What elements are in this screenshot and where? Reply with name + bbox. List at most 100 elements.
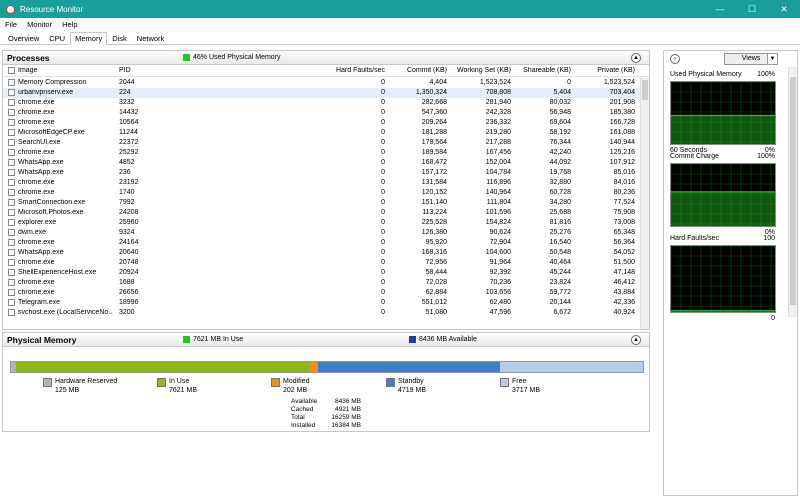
cell-hard-faults: 0 xyxy=(381,239,385,246)
graphs-scroll-thumb[interactable] xyxy=(790,77,796,305)
column-hard-faults[interactable]: Hard Faults/sec xyxy=(303,67,385,74)
cell-image: svchost.exe (LocalServiceNo... xyxy=(18,309,113,316)
tab-cpu[interactable]: CPU xyxy=(44,32,70,45)
process-checkbox[interactable] xyxy=(8,249,15,256)
process-row[interactable]: WhatsApp.exe 20640 0 168,316 104,600 50,548 54… xyxy=(3,248,641,258)
process-checkbox[interactable] xyxy=(8,259,15,266)
tab-overview[interactable]: Overview xyxy=(3,32,44,45)
process-row[interactable]: Telegram.exe 18996 0 551,012 62,480 20,144 42,… xyxy=(3,298,641,308)
graphs-scrollbar[interactable] xyxy=(788,67,797,317)
process-checkbox[interactable] xyxy=(8,279,15,286)
process-checkbox[interactable] xyxy=(8,209,15,216)
memory-stats: Available 8436 MB Cached 4921 MB Total 16259 … xyxy=(291,398,391,432)
menu-help[interactable]: Help xyxy=(62,20,77,29)
process-row[interactable]: MicrosoftEdgeCP.exe 11244 0 181,288 219,280 5… xyxy=(3,128,641,138)
cell-shareable: 44,092 xyxy=(549,159,571,166)
process-row[interactable]: chrome.exe 14432 0 547,360 242,328 56,948 185,… xyxy=(3,108,641,118)
column-pid[interactable]: PID xyxy=(119,67,149,74)
collapse-processes-icon[interactable]: ▲ xyxy=(631,53,641,63)
process-row[interactable]: chrome.exe 3232 0 282,668 281,940 80,032 201,9… xyxy=(3,98,641,108)
graph-fill xyxy=(671,191,775,226)
process-row[interactable]: explorer.exe 25960 0 225,528 154,824 81,816 73… xyxy=(3,218,641,228)
process-checkbox[interactable] xyxy=(8,139,15,146)
legend-swatch xyxy=(43,378,52,387)
process-checkbox[interactable] xyxy=(8,99,15,106)
legend-value: 125 MB xyxy=(55,387,80,394)
select-all-checkbox[interactable] xyxy=(8,67,15,74)
process-checkbox[interactable] xyxy=(8,229,15,236)
cell-pid: 224 xyxy=(119,89,131,96)
process-checkbox[interactable] xyxy=(8,189,15,196)
minimize-button[interactable]: — xyxy=(704,0,736,18)
graph-title: Hard Faults/sec xyxy=(670,235,720,242)
views-dropdown-icon[interactable]: ▼ xyxy=(767,53,778,65)
process-checkbox[interactable] xyxy=(8,169,15,176)
maximize-button[interactable]: ☐ xyxy=(736,0,768,18)
processes-scroll-thumb[interactable] xyxy=(642,80,648,100)
process-checkbox[interactable] xyxy=(8,159,15,166)
process-row[interactable]: chrome.exe 1740 0 120,152 140,964 60,728 80,23… xyxy=(3,188,641,198)
process-row[interactable]: chrome.exe 23192 0 131,584 116,896 32,880 84,0… xyxy=(3,178,641,188)
process-checkbox[interactable] xyxy=(8,179,15,186)
legend-swatch xyxy=(500,378,509,387)
process-row[interactable]: chrome.exe 26656 0 62,884 103,656 59,772 43,88… xyxy=(3,288,641,298)
process-row[interactable]: svchost.exe (LocalServiceNo... 3200 0 51,08… xyxy=(3,308,641,318)
cell-image: MicrosoftEdgeCP.exe xyxy=(18,129,85,136)
physical-memory-header[interactable]: Physical Memory 7621 MB In Use 8436 MB A… xyxy=(3,333,649,347)
cell-shareable: 6,672 xyxy=(553,309,571,316)
expand-side-icon[interactable]: › xyxy=(670,54,680,64)
process-checkbox[interactable] xyxy=(8,269,15,276)
process-row[interactable]: chrome.exe 25292 0 189,584 167,456 42,240 125,… xyxy=(3,148,641,158)
cell-working-set: 47,596 xyxy=(489,309,511,316)
cell-private: 43,884 xyxy=(613,289,635,296)
process-row[interactable]: SmartConnection.exe 7992 0 151,140 111,804 34… xyxy=(3,198,641,208)
column-image[interactable]: Image xyxy=(18,67,113,74)
column-shareable[interactable]: Shareable (KB) xyxy=(515,67,571,74)
process-row[interactable]: Memory Compression 2044 0 4,404 1,523,524 0 1,… xyxy=(3,78,641,88)
process-row[interactable]: WhatsApp.exe 4852 0 168,472 152,004 44,092 107… xyxy=(3,158,641,168)
legend-value: 4719 MB xyxy=(398,387,427,394)
tab-memory[interactable]: Memory xyxy=(70,32,108,45)
process-checkbox[interactable] xyxy=(8,239,15,246)
tab-disk[interactable]: Disk xyxy=(107,32,132,45)
cell-working-set: 1,523,524 xyxy=(479,79,511,86)
cell-shareable: 50,548 xyxy=(549,249,571,256)
process-checkbox[interactable] xyxy=(8,219,15,226)
process-row[interactable]: chrome.exe 24164 0 95,920 72,904 16,540 56,364 xyxy=(3,238,641,248)
stat-value: 16259 MB xyxy=(331,414,361,421)
process-row[interactable]: dwm.exe 9324 0 126,380 90,624 25,276 65,348 xyxy=(3,228,641,238)
collapse-physical-memory-icon[interactable]: ▲ xyxy=(631,335,641,345)
process-row[interactable]: WhatsApp.exe 236 0 157,172 104,784 19,768 85,0… xyxy=(3,168,641,178)
process-checkbox[interactable] xyxy=(8,309,15,316)
stat-label: Cached xyxy=(291,406,314,413)
process-row[interactable]: ShellExperienceHost.exe 20924 0 58,444 92,39… xyxy=(3,268,641,278)
close-button[interactable]: ✕ xyxy=(768,0,800,18)
cell-commit: 151,140 xyxy=(421,199,447,206)
column-commit[interactable]: Commit (KB) xyxy=(393,67,447,74)
column-private[interactable]: Private (KB) xyxy=(575,67,635,74)
process-row[interactable]: urbanvpnserv.exe 224 0 1,350,324 708,808 5,40… xyxy=(3,88,641,98)
menu-monitor[interactable]: Monitor xyxy=(27,20,52,29)
cell-shareable: 20,144 xyxy=(549,299,571,306)
column-working-set[interactable]: Working Set (KB) xyxy=(449,67,511,74)
tab-network[interactable]: Network xyxy=(132,32,170,45)
process-row[interactable]: chrome.exe 10564 0 209,264 236,332 69,604 166,… xyxy=(3,118,641,128)
process-row[interactable]: chrome.exe 20748 0 72,956 91,964 40,464 51,500 xyxy=(3,258,641,268)
menu-file[interactable]: File xyxy=(5,20,17,29)
stat-value: 8436 MB xyxy=(334,398,361,405)
process-checkbox[interactable] xyxy=(8,299,15,306)
processes-scrollbar[interactable] xyxy=(640,78,649,329)
cell-image: chrome.exe xyxy=(18,179,55,186)
process-checkbox[interactable] xyxy=(8,89,15,96)
process-row[interactable]: Microsoft.Photos.exe 24208 0 113,224 101,596… xyxy=(3,208,641,218)
process-checkbox[interactable] xyxy=(8,199,15,206)
process-checkbox[interactable] xyxy=(8,289,15,296)
process-row[interactable]: chrome.exe 1688 0 72,028 70,236 23,824 46,412 xyxy=(3,278,641,288)
process-checkbox[interactable] xyxy=(8,79,15,86)
process-checkbox[interactable] xyxy=(8,109,15,116)
process-checkbox[interactable] xyxy=(8,129,15,136)
process-row[interactable]: SearchUI.exe 22372 0 178,564 217,288 76,344 14… xyxy=(3,138,641,148)
process-checkbox[interactable] xyxy=(8,119,15,126)
process-checkbox[interactable] xyxy=(8,149,15,156)
processes-header[interactable]: Processes 46% Used Physical Memory ▲ xyxy=(3,51,649,65)
